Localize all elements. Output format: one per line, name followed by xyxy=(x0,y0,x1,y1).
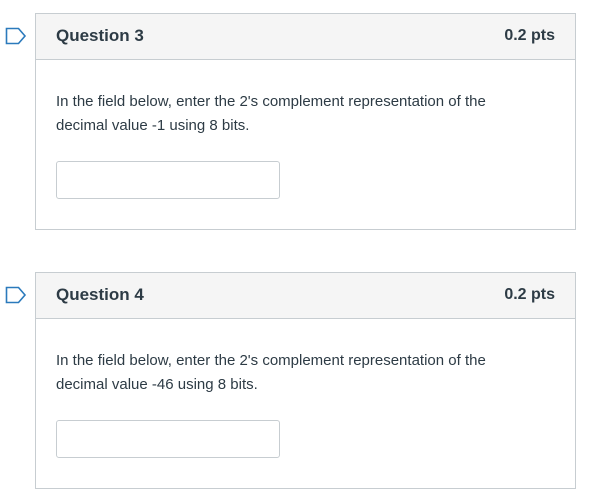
answer-input[interactable] xyxy=(56,420,280,458)
flag-question-icon[interactable] xyxy=(5,27,27,45)
question-4-card: Question 4 0.2 pts In the field below, e… xyxy=(35,272,576,489)
question-text: In the field below, enter the 2's comple… xyxy=(56,93,486,134)
question-header: Question 3 0.2 pts xyxy=(36,14,575,60)
answer-input[interactable] xyxy=(56,161,280,199)
question-title: Question 3 xyxy=(56,26,144,45)
question-header: Question 4 0.2 pts xyxy=(36,273,575,319)
flag-question-icon[interactable] xyxy=(5,286,27,304)
question-points: 0.2 pts xyxy=(504,27,555,44)
question-text: In the field below, enter the 2's comple… xyxy=(56,352,486,393)
question-points: 0.2 pts xyxy=(504,286,555,303)
question-title: Question 4 xyxy=(56,285,144,304)
question-3-card: Question 3 0.2 pts In the field below, e… xyxy=(35,13,576,230)
